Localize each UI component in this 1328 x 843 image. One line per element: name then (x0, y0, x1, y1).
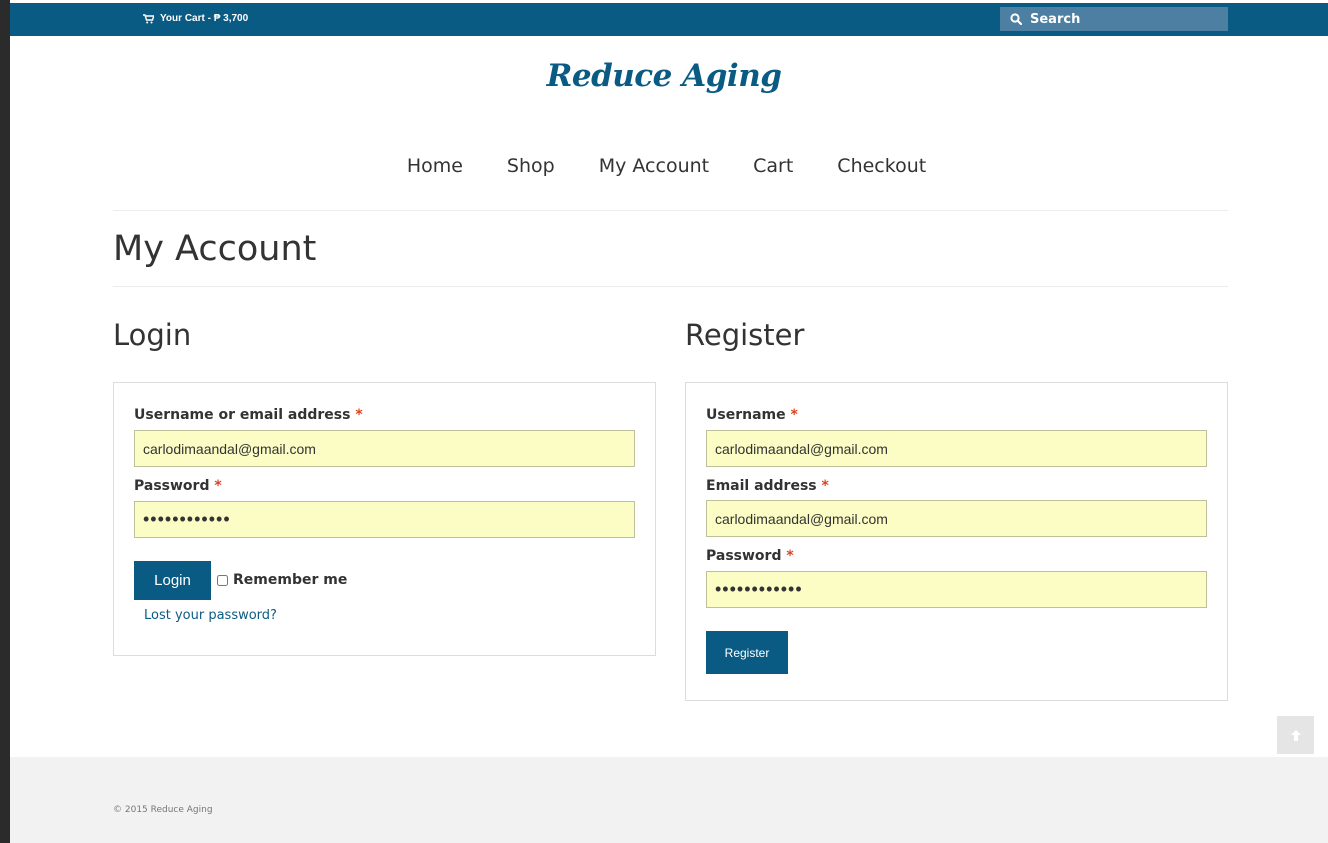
scroll-to-top-button[interactable] (1277, 716, 1314, 754)
login-title: Login (113, 318, 192, 352)
nav-item-cart[interactable]: Cart (753, 155, 793, 177)
page-title: My Account (113, 229, 317, 269)
nav-item-shop[interactable]: Shop (507, 155, 555, 177)
remember-me-label: Remember me (233, 572, 348, 588)
footer (10, 757, 1328, 843)
title-divider (113, 286, 1228, 287)
register-email-label: Email address * (706, 478, 829, 494)
remember-me[interactable]: Remember me (217, 572, 347, 588)
register-title: Register (685, 318, 805, 352)
register-username-field[interactable] (706, 430, 1207, 467)
login-username-field[interactable] (134, 430, 635, 467)
search-input[interactable] (1030, 11, 1210, 27)
required-marker: * (786, 548, 794, 564)
remember-me-checkbox[interactable] (217, 574, 228, 586)
login-username-label: Username or email address * (134, 407, 363, 423)
cart-icon (143, 13, 154, 23)
lost-password-link[interactable]: Lost your password? (144, 608, 277, 623)
nav-item-home[interactable]: Home (407, 155, 463, 177)
register-button[interactable]: Register (706, 631, 788, 674)
window-edge (0, 0, 10, 843)
top-bar: Your Cart - ₱ 3,700 (10, 3, 1328, 36)
register-password-label: Password * (706, 548, 794, 564)
arrow-up-icon (1290, 729, 1301, 741)
nav-item-my-account[interactable]: My Account (599, 155, 709, 177)
required-marker: * (821, 478, 829, 494)
cart-label: Your Cart - ₱ 3,700 (160, 13, 249, 24)
copyright: © 2015 Reduce Aging (113, 805, 213, 815)
site-logo[interactable]: Reduce Aging (0, 58, 1328, 94)
register-username-label: Username * (706, 407, 798, 423)
nav-item-checkout[interactable]: Checkout (837, 155, 926, 177)
search-icon (1010, 13, 1022, 25)
login-password-label: Password * (134, 478, 222, 494)
register-password-field[interactable] (706, 571, 1207, 608)
required-marker: * (214, 478, 222, 494)
nav-divider (113, 210, 1228, 211)
cart-link[interactable]: Your Cart - ₱ 3,700 (143, 13, 248, 24)
search-box[interactable] (1000, 7, 1228, 31)
login-button[interactable]: Login (134, 561, 211, 600)
register-email-field[interactable] (706, 500, 1207, 537)
login-password-field[interactable] (134, 501, 635, 538)
main-nav: Home Shop My Account Cart Checkout (0, 155, 1328, 177)
required-marker: * (355, 407, 363, 423)
required-marker: * (790, 407, 798, 423)
